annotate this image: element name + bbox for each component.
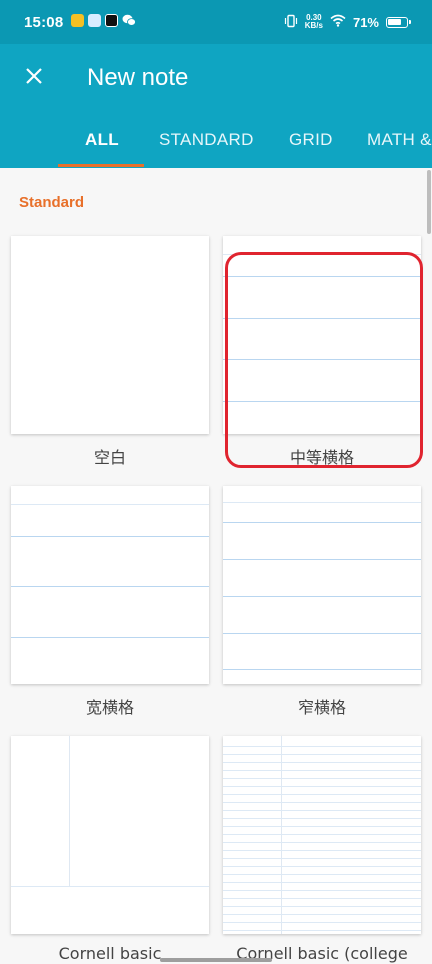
tab-standard[interactable]: STANDARD xyxy=(159,120,254,168)
template-label: 空白 xyxy=(93,448,126,467)
tab-bar: ALL STANDARD GRID MATH & xyxy=(0,120,432,168)
template-label: 中等横格 xyxy=(289,448,354,467)
vibrate-icon xyxy=(284,14,298,31)
rule-line xyxy=(223,834,421,835)
tab-math[interactable]: MATH & xyxy=(367,120,432,168)
close-icon xyxy=(26,68,42,84)
template-card-cornell-basic-college[interactable]: Cornell basic (college xyxy=(223,736,421,963)
rule-line xyxy=(223,826,421,827)
template-label: 宽横格 xyxy=(85,698,134,717)
tab-grid[interactable]: GRID xyxy=(289,120,333,168)
rule-line xyxy=(223,778,421,779)
rule-line xyxy=(223,866,421,867)
rule-line xyxy=(223,890,421,891)
weibo-icon xyxy=(71,13,85,27)
rule-line xyxy=(223,762,421,763)
rule-line xyxy=(223,746,421,747)
template-card-blank[interactable]: 空白 xyxy=(11,236,209,467)
notification-icons xyxy=(71,13,137,31)
wifi-icon xyxy=(330,14,346,30)
rule-line xyxy=(223,770,421,771)
rule-line xyxy=(223,842,421,843)
tiktok-icon xyxy=(105,13,119,27)
status-bar: 15:08 0.30 KB/s 71% xyxy=(0,0,432,44)
app-store-icon xyxy=(88,13,102,27)
template-card-cornell-basic[interactable]: Cornell basic xyxy=(11,736,209,963)
template-preview xyxy=(223,236,421,434)
scrollbar[interactable] xyxy=(427,170,431,234)
template-preview xyxy=(11,486,209,684)
net-speed: 0.30 KB/s xyxy=(304,13,323,30)
template-label: 窄横格 xyxy=(297,698,346,717)
template-card-narrow-ruled[interactable]: 窄横格 xyxy=(223,486,421,717)
template-preview xyxy=(223,486,421,684)
rule-line xyxy=(223,914,421,915)
rule-line xyxy=(223,818,421,819)
rule-line xyxy=(223,858,421,859)
rule-line xyxy=(223,922,421,923)
template-preview xyxy=(223,736,421,934)
template-preview xyxy=(11,236,209,434)
rule-line xyxy=(223,850,421,851)
app-bar: New note ALL STANDARD GRID MATH & xyxy=(0,44,432,168)
rule-line xyxy=(223,794,421,795)
rule-line xyxy=(223,810,421,811)
tab-indicator xyxy=(58,164,144,167)
rule-line xyxy=(223,754,421,755)
rule-line xyxy=(223,882,421,883)
battery-percent: 71% xyxy=(352,14,379,30)
rule-line xyxy=(223,898,421,899)
template-card-medium-ruled[interactable]: 中等横格 xyxy=(223,236,421,467)
wechat-icon xyxy=(122,14,137,31)
rule-line xyxy=(223,802,421,803)
template-preview xyxy=(11,736,209,934)
template-list[interactable]: Standard 空白 中等横格 宽横格 窄横格 Cornell basic C… xyxy=(0,168,432,964)
close-button[interactable] xyxy=(16,58,52,94)
rule-line xyxy=(223,930,421,931)
gesture-bar xyxy=(160,958,272,962)
status-time: 15:08 xyxy=(24,13,64,31)
section-title: Standard xyxy=(19,194,85,211)
tab-all[interactable]: ALL xyxy=(85,120,119,168)
rule-line xyxy=(223,786,421,787)
battery-icon xyxy=(386,16,411,28)
page-title: New note xyxy=(87,64,189,91)
rule-line xyxy=(223,874,421,875)
template-card-wide-ruled[interactable]: 宽横格 xyxy=(11,486,209,717)
rule-line xyxy=(223,906,421,907)
